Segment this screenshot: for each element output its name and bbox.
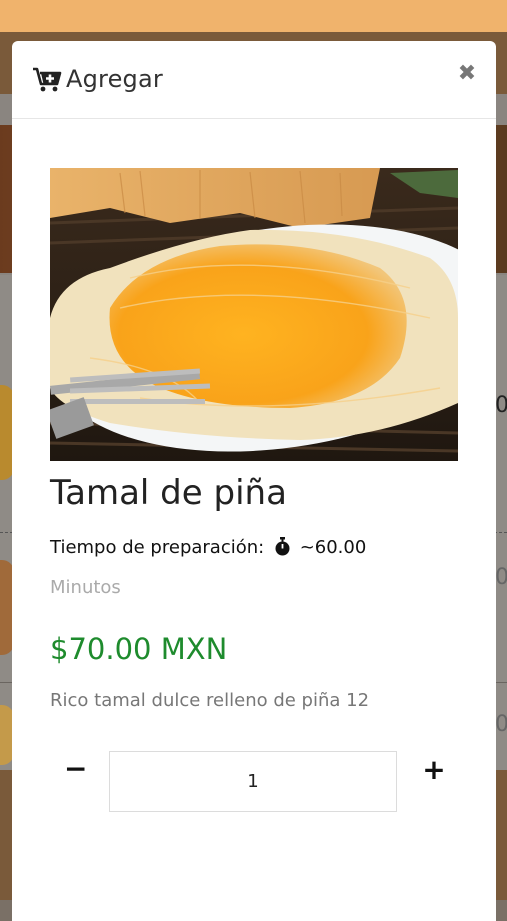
- product-name: Tamal de piña: [50, 473, 287, 513]
- preparation-unit: Minutos: [50, 577, 121, 598]
- close-button[interactable]: ✖: [456, 63, 478, 85]
- product-description: Rico tamal dulce relleno de piña 12: [50, 690, 370, 711]
- background-price-fragment: 0: [495, 565, 507, 590]
- background-price-fragment: 0: [495, 712, 507, 737]
- background-price-fragment: 0: [495, 393, 507, 418]
- product-image: [50, 168, 458, 461]
- modal-header: Agregar ✖: [12, 41, 496, 119]
- background-top-bar: [0, 0, 507, 32]
- decrease-quantity-button[interactable]: −: [64, 754, 87, 784]
- modal-title: Agregar: [66, 65, 163, 93]
- cart-plus-icon: [33, 67, 62, 92]
- preparation-value: ~60.00: [299, 537, 367, 558]
- tamal-photo: [50, 168, 458, 461]
- product-price: $70.00 MXN: [50, 632, 228, 666]
- increase-quantity-button[interactable]: +: [422, 755, 446, 785]
- preparation-label: Tiempo de preparación:: [50, 537, 265, 558]
- preparation-time: Tiempo de preparación: ~60.00: [50, 537, 366, 558]
- quantity-input[interactable]: [109, 751, 397, 812]
- add-to-cart-modal: Agregar ✖ Tamal de piña Tiempo de prepar…: [12, 41, 496, 921]
- stopwatch-icon: [275, 537, 290, 556]
